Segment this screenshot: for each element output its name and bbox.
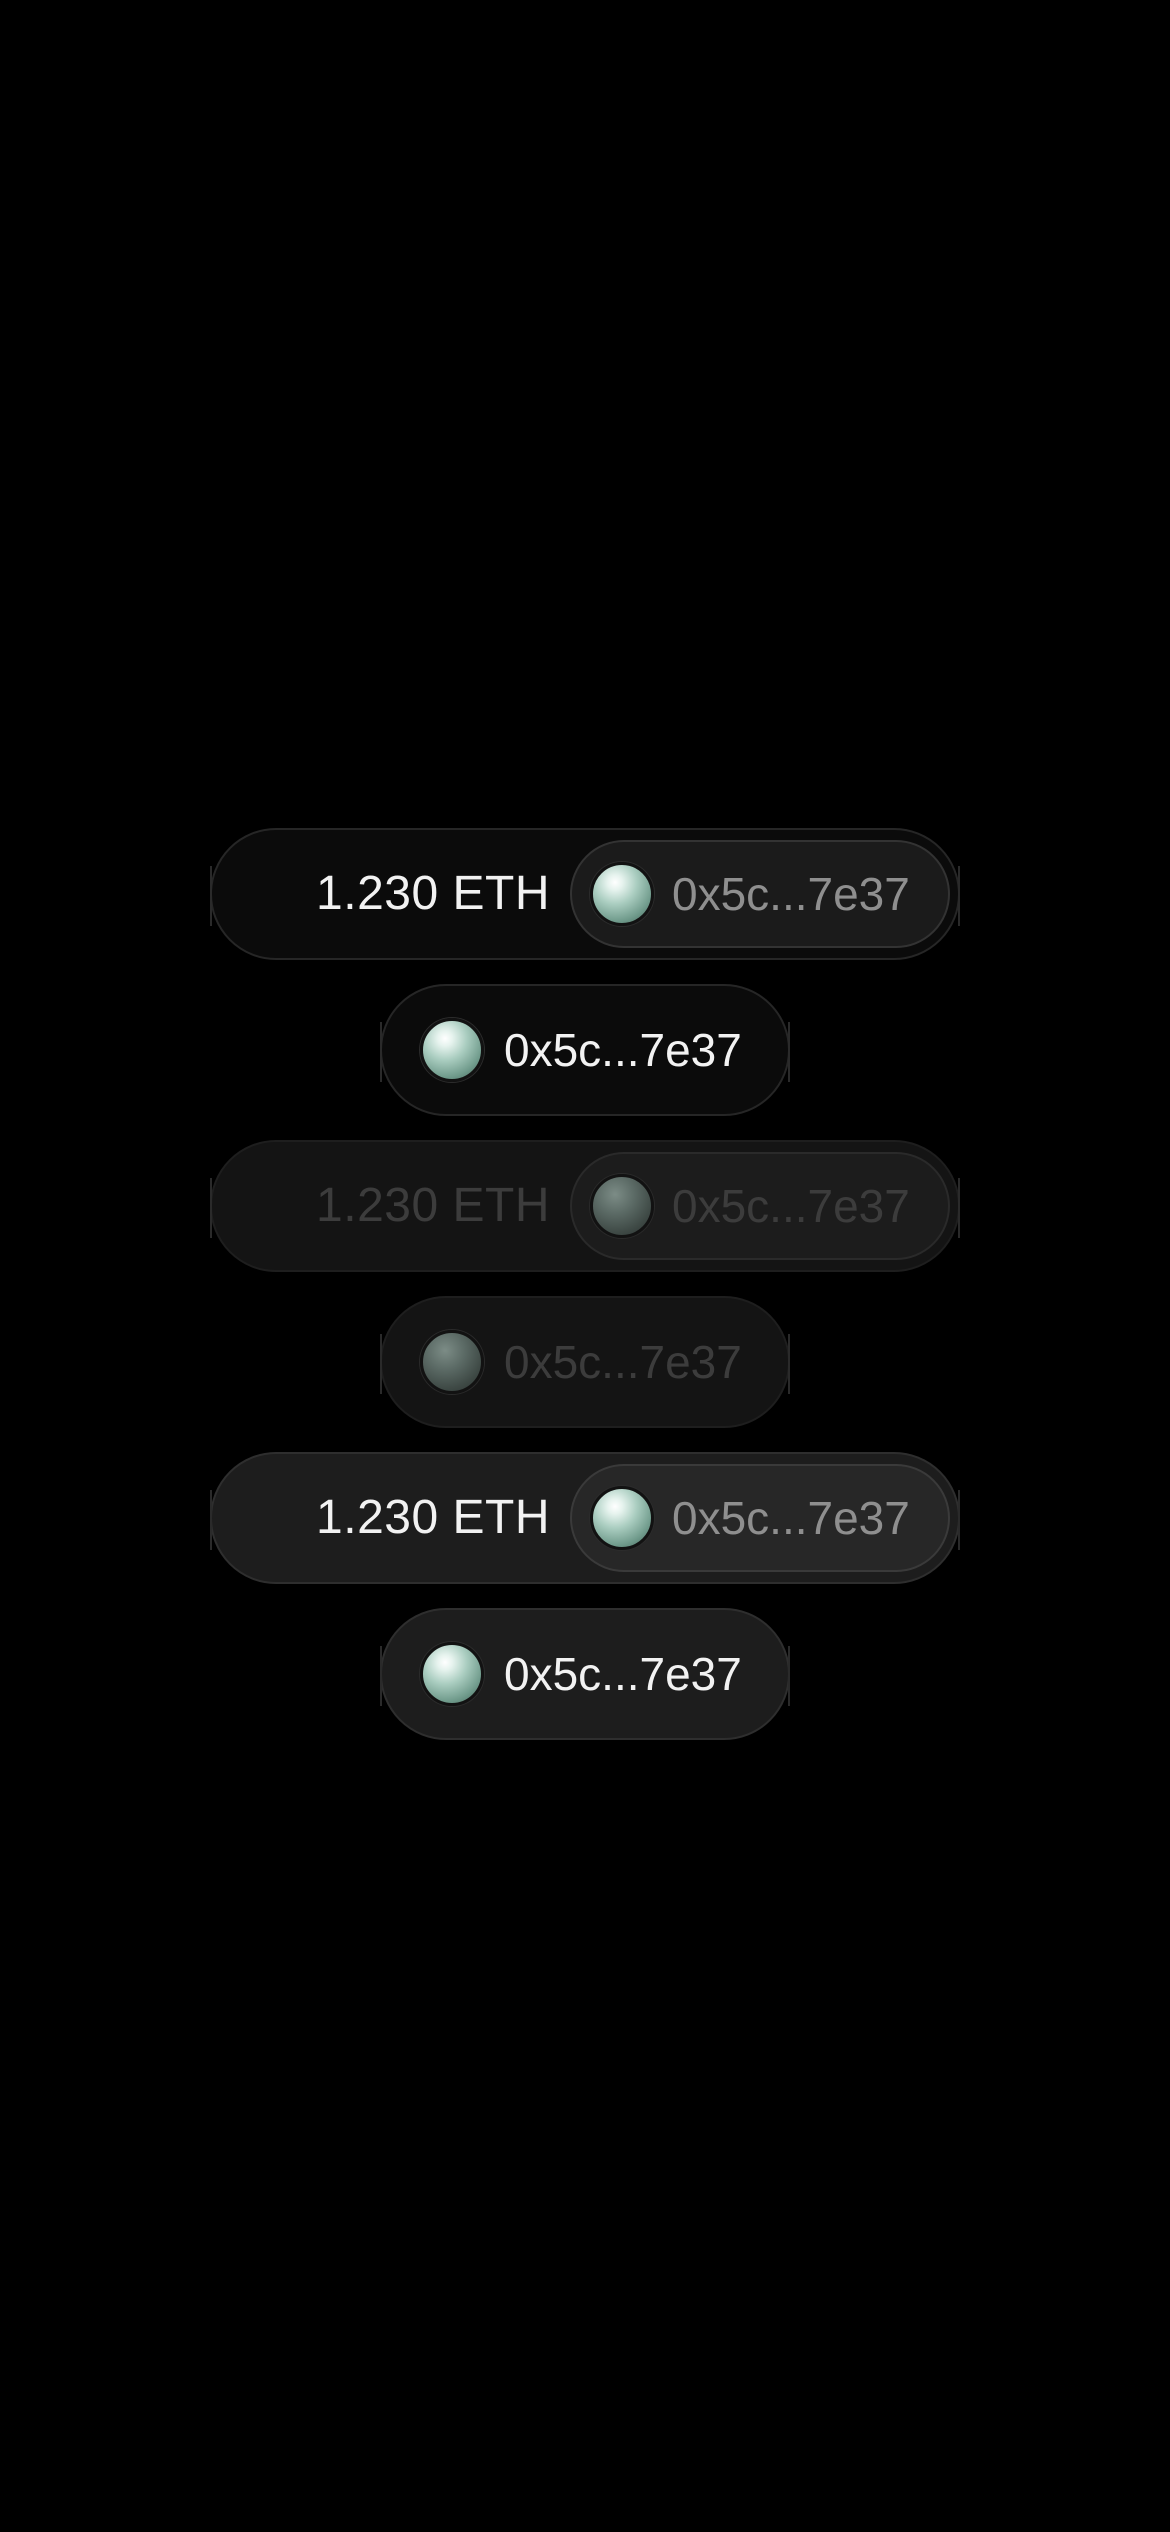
balance-label: 1.230 ETH: [316, 1179, 550, 1232]
account-button-disabled: 1.230 ETH 0x5c...7e37: [210, 1140, 960, 1272]
pill-edge-right: [788, 1022, 790, 1082]
address-label: 0x5c...7e37: [672, 868, 910, 920]
pill-edge-left: [210, 1178, 212, 1238]
address-label: 0x5c...7e37: [504, 1024, 742, 1076]
account-button-showcase: 1.230 ETH 0x5c...7e37 0x5c...7e37 1.230 …: [0, 0, 1170, 2532]
wallet-avatar-icon: [420, 1018, 484, 1082]
wallet-avatar-icon: [590, 862, 654, 926]
address-chip: 0x5c...7e37: [570, 1152, 950, 1260]
balance-label: 1.230 ETH: [316, 1491, 550, 1544]
wallet-avatar-icon: [590, 1486, 654, 1550]
address-label: 0x5c...7e37: [672, 1492, 910, 1544]
address-label: 0x5c...7e37: [504, 1648, 742, 1700]
address-chip[interactable]: 0x5c...7e37: [570, 1464, 950, 1572]
pill-edge-right: [788, 1646, 790, 1706]
address-button-default[interactable]: 0x5c...7e37: [380, 984, 790, 1116]
pill-edge-left: [380, 1022, 382, 1082]
wallet-avatar-icon: [590, 1174, 654, 1238]
pill-edge-left: [380, 1646, 382, 1706]
pill-edge-right: [788, 1334, 790, 1394]
address-button-disabled: 0x5c...7e37: [380, 1296, 790, 1428]
pill-edge-right: [958, 1178, 960, 1238]
pill-edge-right: [958, 866, 960, 926]
balance-label: 1.230 ETH: [316, 867, 550, 920]
pill-edge-left: [380, 1334, 382, 1394]
pill-edge-left: [210, 1490, 212, 1550]
address-label: 0x5c...7e37: [672, 1180, 910, 1232]
wallet-avatar-icon: [420, 1642, 484, 1706]
pill-edge-left: [210, 866, 212, 926]
address-chip[interactable]: 0x5c...7e37: [570, 840, 950, 948]
pill-edge-right: [958, 1490, 960, 1550]
wallet-avatar-icon: [420, 1330, 484, 1394]
address-button-pressed[interactable]: 0x5c...7e37: [380, 1608, 790, 1740]
account-button-pressed[interactable]: 1.230 ETH 0x5c...7e37: [210, 1452, 960, 1584]
account-button-default[interactable]: 1.230 ETH 0x5c...7e37: [210, 828, 960, 960]
address-label: 0x5c...7e37: [504, 1336, 742, 1388]
